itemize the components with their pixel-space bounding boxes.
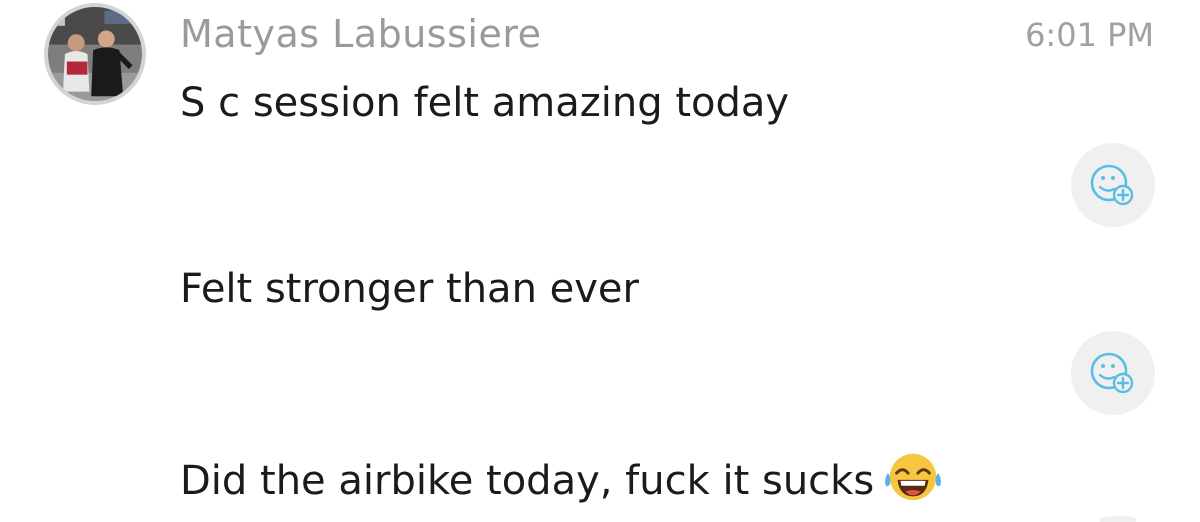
chat-thread: Matyas Labussiere 6:01 PM S c session fe… xyxy=(0,0,1200,522)
message-text-content: S c session felt amazing today xyxy=(180,80,790,126)
avatar-photo xyxy=(48,7,142,101)
add-reaction-button[interactable] xyxy=(1071,143,1155,227)
message-text-content: Did the airbike today, fuck it sucks xyxy=(180,458,875,504)
message-text-content: Felt stronger than ever xyxy=(180,266,639,312)
add-reaction-icon xyxy=(1090,164,1134,206)
tears-of-joy-emoji-icon xyxy=(884,448,942,506)
message-timestamp: 6:01 PM xyxy=(1025,16,1154,54)
add-reaction-icon xyxy=(1090,352,1134,394)
next-reaction-button-edge xyxy=(1100,516,1136,522)
add-reaction-button[interactable] xyxy=(1071,331,1155,415)
message-text[interactable]: Did the airbike today, fuck it sucks xyxy=(180,448,942,506)
avatar[interactable] xyxy=(44,3,146,105)
sender-name[interactable]: Matyas Labussiere xyxy=(180,12,541,56)
message-text[interactable]: S c session felt amazing today xyxy=(180,80,789,126)
message-text[interactable]: Felt stronger than ever xyxy=(180,266,639,312)
